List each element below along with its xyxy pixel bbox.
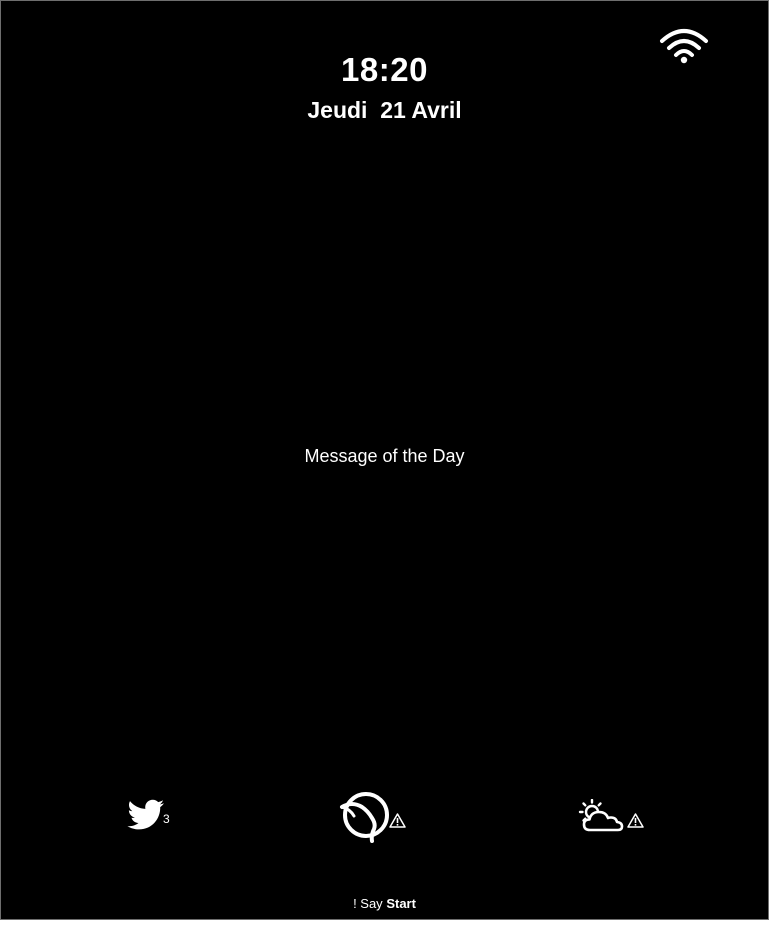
warning-triangle-icon [389, 813, 406, 828]
partly-cloudy-icon [576, 799, 626, 833]
voice-hint-prefix: ! Say [353, 896, 383, 911]
clock-time: 18:20 [341, 51, 428, 88]
ratp-logo-icon [338, 791, 390, 843]
twitter-widget[interactable]: 3 [127, 791, 177, 843]
lock-screen: 18:20 Jeudi 21 Avril Message of the Day … [0, 0, 769, 920]
warning-triangle-icon [627, 813, 644, 828]
voice-hint: ! Say Start [1, 896, 768, 911]
message-of-the-day: Message of the Day [304, 446, 465, 466]
weather-widget[interactable] [576, 791, 648, 843]
twitter-unread-count: 3 [163, 812, 170, 826]
voice-hint-command: Start [386, 896, 416, 911]
transit-widget[interactable] [338, 791, 408, 843]
clock-date: Jeudi 21 Avril [307, 97, 462, 123]
twitter-bird-icon [127, 799, 165, 831]
